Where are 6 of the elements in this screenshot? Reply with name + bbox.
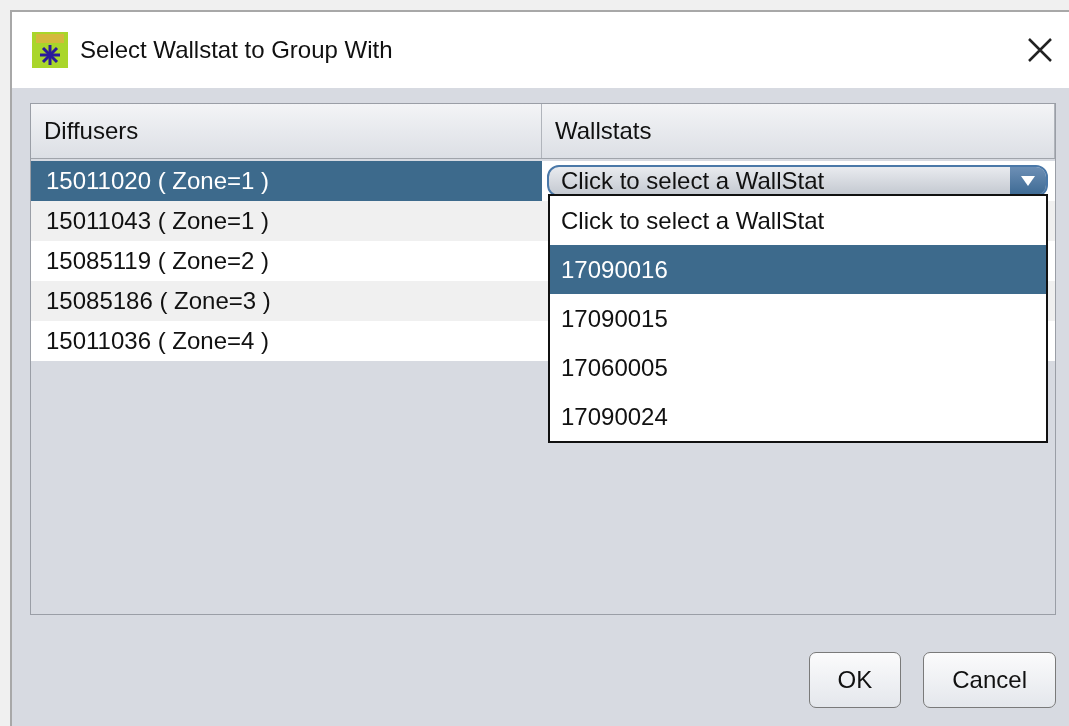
table-cell-text: 15011020 ( Zone=1 ) <box>45 167 271 195</box>
table-cell-text: 15085186 ( Zone=3 ) <box>45 287 272 315</box>
table-cell-text: 15011036 ( Zone=4 ) <box>45 327 271 355</box>
table-cell-text: 15011043 ( Zone=1 ) <box>45 207 271 235</box>
table-cell-text: 15085119 ( Zone=2 ) <box>45 247 271 275</box>
window-title: Select Wallstat to Group With <box>80 36 394 64</box>
